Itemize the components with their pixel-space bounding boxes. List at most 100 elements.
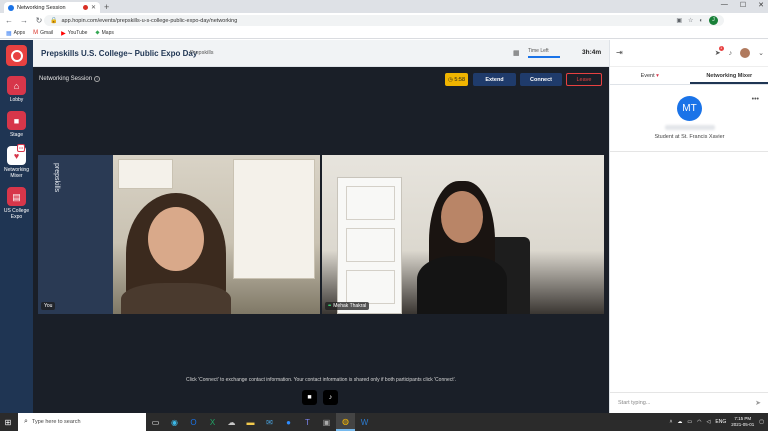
recording-indicator-icon [82,5,88,10]
youtube-icon: ▶ [61,30,66,37]
file-explorer-icon[interactable]: ▬ [241,413,260,431]
excel-icon[interactable]: X [203,413,222,431]
close-window-icon[interactable]: ✕ [758,1,764,9]
taskbar-search-placeholder: Type here to search [31,419,81,425]
more-options-icon[interactable]: ••• [752,96,759,103]
camera-permission-icon[interactable]: ▣ [676,17,682,24]
bell-icon[interactable]: ♪ [729,50,733,57]
app-sidebar: ⌂ Lobby ■ Stage ♥ ••• Networking Mixer ▤… [0,40,33,413]
microphone-toggle-button[interactable]: ♪ [323,390,338,405]
back-icon[interactable]: ← [5,16,13,25]
microphone-icon: ♪ [328,394,333,401]
input-language[interactable]: ENG [715,419,726,425]
info-icon[interactable]: i [94,76,101,82]
banner-text: prepskills [53,163,60,193]
zoom-icon[interactable]: ● [279,413,298,431]
connect-hint-text: Click 'Connect' to exchange contact info… [185,377,457,383]
volume-icon[interactable]: ◁ [707,419,711,425]
clock-icon: ◷ [447,76,453,83]
chat-placeholder[interactable]: Start typing... [618,400,755,406]
new-tab-button[interactable]: + [104,2,109,12]
extend-button[interactable]: Extend [473,73,516,86]
word-icon[interactable]: W [355,413,374,431]
home-icon: ⌂ [7,76,26,95]
sidebar-item-networking-mixer[interactable]: ♥ ••• Networking Mixer [0,144,33,179]
background-shelf [233,159,315,279]
taskbar-search[interactable]: ⌕ Type here to search [18,413,146,431]
onenote-icon[interactable]: ☁ [222,413,241,431]
sidebar-item-lobby[interactable]: ⌂ Lobby [0,76,33,103]
reload-icon[interactable]: ↻ [35,16,43,25]
browser-tab[interactable]: Networking Session ✕ [4,2,100,13]
edge-icon[interactable]: ◉ [165,413,184,431]
collapse-panel-icon[interactable]: ⇥ [616,48,623,57]
participant-video-partner [417,181,507,314]
bookmark-gmail[interactable]: M Gmail [33,30,53,36]
time-left-progress [528,56,560,58]
session-timer: ◷ 5:58 [445,73,468,86]
event-logo[interactable] [6,45,27,66]
battery-icon[interactable]: ▭ [687,419,692,425]
bookmark-maps[interactable]: ⬥ Maps [95,30,113,37]
apps-grid-icon: ▦ [6,30,12,37]
wifi-icon[interactable]: ◠ [697,419,701,425]
background-door [337,177,402,314]
audio-level-icon: ••• [328,303,331,309]
extension-icon[interactable]: ◐ [699,18,703,24]
store-icon[interactable]: ▣ [317,413,336,431]
chat-input[interactable]: Start typing... ➤ [610,392,768,413]
video-tile-self: prepskills You [38,155,320,314]
outlook-icon[interactable]: O [184,413,203,431]
url-text[interactable]: app.hopin.com/events/prepskills-u-s-coll… [61,18,672,24]
camera-toggle-button[interactable]: ■ [302,390,317,405]
chevron-up-icon[interactable]: ˄ [670,419,673,425]
bookmark-apps[interactable]: ▦ Apps [6,30,25,37]
forward-icon[interactable]: → [20,16,28,25]
event-organizer[interactable]: Prepskills [190,50,214,56]
video-camera-icon: ■ [7,111,26,130]
system-tray: ˄ ☁ ▭ ◠ ◁ ENG 7:15 PM 2021-05-01 ▢ [670,413,765,431]
taskbar-clock[interactable]: 7:15 PM 2021-05-01 [731,416,754,428]
notification-badge: 1 [718,46,724,51]
chevron-down-icon[interactable]: ⌄ [758,49,764,57]
windows-taskbar: ⊞ ⌕ Type here to search ▭ ◉ O X ☁ ▬ ✉ ● … [0,413,768,431]
networking-stage: Networking Session i ◷ 5:58 Extend Connec… [33,67,609,413]
match-role: Student at St. Francis Xavier [654,134,725,140]
participant-video-self [116,193,236,314]
send-icon[interactable]: ➤ [755,399,761,407]
address-bar[interactable]: 🔒 app.hopin.com/events/prepskills-u-s-co… [44,15,724,26]
notification-center-icon[interactable]: ▢ [759,419,764,425]
send-icon-wrap[interactable]: ➤ 1 [714,46,724,57]
chevron-down-icon: ▾ [656,73,659,79]
match-avatar[interactable]: MT [677,96,702,121]
bookmark-youtube[interactable]: ▶ YouTube [61,30,87,37]
user-avatar[interactable] [740,48,751,58]
match-profile-card: MT ••• Student at St. Francis Xavier [610,86,768,152]
mail-icon[interactable]: ✉ [260,413,279,431]
windows-start-icon[interactable]: ⊞ [0,418,16,427]
sidebar-item-stage[interactable]: ■ Stage [0,111,33,138]
maximize-icon[interactable]: ☐ [740,1,746,9]
profile-avatar[interactable]: J [709,16,718,25]
maps-icon: ⬥ [95,29,100,36]
tab-title: Networking Session [17,4,66,11]
tab-event[interactable]: Event ▾ [610,69,690,84]
leave-button[interactable]: Leave [566,73,602,86]
background-shelf [118,159,173,189]
teams-icon[interactable]: T [298,413,317,431]
bookmark-star-icon[interactable]: ☆ [688,17,693,24]
tab-networking-mixer[interactable]: Networking Mixer [689,69,768,84]
paper-plane-icon: ➤ [714,50,721,57]
chrome-icon[interactable]: ◍ [336,413,355,431]
onedrive-icon[interactable]: ☁ [677,419,682,425]
task-view-icon[interactable]: ▭ [146,413,165,431]
gmail-icon: M [33,30,39,36]
connect-button[interactable]: Connect [520,73,562,86]
video-tile-partner: ••• Mehak Thakral [322,155,604,314]
right-panel-tabs: Event ▾ Networking Mixer [610,69,768,85]
search-icon: ⌕ [24,418,28,425]
sidebar-item-us-college-expo[interactable]: ▤ US College Expo [0,187,33,220]
close-tab-icon[interactable]: ✕ [91,4,96,11]
minimize-icon[interactable]: — [721,1,728,9]
event-title: Prepskills U.S. College~ Public Expo Day [41,49,198,58]
